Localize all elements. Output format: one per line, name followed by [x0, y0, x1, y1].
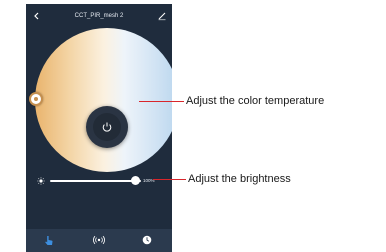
brightness-slider-track[interactable]: [50, 180, 141, 182]
hand-pointer-icon: [45, 235, 53, 245]
power-button[interactable]: [93, 113, 121, 141]
clock-icon: [142, 235, 152, 245]
radar-icon: [93, 235, 105, 245]
power-icon: [102, 122, 112, 132]
tab-schedule[interactable]: [140, 233, 154, 247]
tab-manual[interactable]: [42, 233, 56, 247]
brightness-slider-thumb[interactable]: [131, 176, 140, 185]
color-temperature-wheel[interactable]: [35, 28, 172, 172]
bottom-tab-bar: [26, 229, 172, 252]
callout-brightness: Adjust the brightness: [188, 173, 291, 185]
chevron-left-icon[interactable]: [32, 11, 42, 21]
callout-line-color-temperature: [139, 101, 184, 102]
pencil-icon[interactable]: [157, 11, 167, 21]
sun-icon: [37, 177, 45, 185]
callout-color-temperature: Adjust the color temperature: [186, 95, 325, 107]
power-button-ring: [86, 106, 128, 148]
color-temperature-handle[interactable]: [29, 92, 43, 106]
callout-line-brightness: [153, 179, 186, 180]
tab-sensor[interactable]: [92, 233, 106, 247]
device-title: CCT_PIR_mesh 2: [74, 13, 124, 19]
app-header: CCT_PIR_mesh 2: [26, 4, 172, 30]
phone-screen: CCT_PIR_mesh 2 100%: [26, 4, 172, 252]
